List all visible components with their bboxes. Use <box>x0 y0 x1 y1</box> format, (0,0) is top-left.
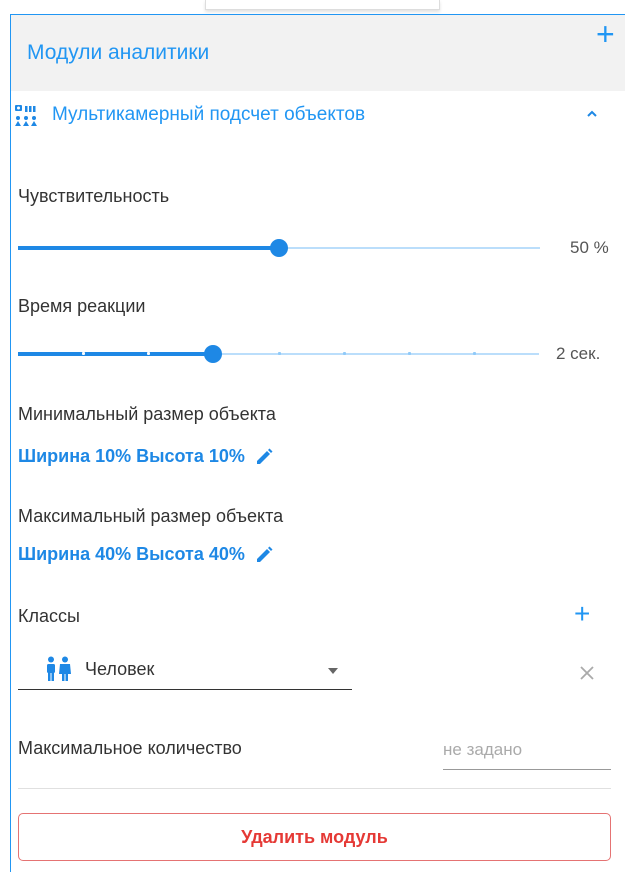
person-icon <box>47 656 71 681</box>
close-icon[interactable] <box>578 664 596 682</box>
add-class-icon[interactable]: + <box>574 600 590 628</box>
reaction-time-tick <box>147 352 151 355</box>
delete-module-button[interactable]: Удалить модуль <box>18 813 611 861</box>
reaction-time-tick <box>82 352 86 355</box>
reaction-time-tick <box>407 352 411 355</box>
reaction-time-slider-thumb[interactable] <box>204 345 223 363</box>
reaction-time-tick <box>472 352 476 355</box>
panel-title: Модули аналитики <box>27 41 210 64</box>
class-select[interactable]: Человек <box>18 650 352 690</box>
classes-label: Классы <box>18 606 80 626</box>
reaction-time-label: Время реакции <box>18 296 146 316</box>
module-header[interactable]: Мультикамерный подсчет объектов <box>0 98 625 134</box>
chevron-up-icon[interactable] <box>584 106 600 122</box>
pencil-icon[interactable] <box>255 448 273 466</box>
module-title: Мультикамерный подсчет объектов <box>52 104 366 125</box>
divider <box>18 788 611 789</box>
max-size-link[interactable]: Ширина 40% Высота 40% <box>18 544 273 565</box>
reaction-time-tick <box>277 352 281 355</box>
sensitivity-label: Чувствительность <box>18 186 170 206</box>
pencil-icon[interactable] <box>255 546 273 564</box>
multicamera-count-icon <box>15 105 37 126</box>
reaction-time-value: 2 сек. <box>556 344 601 363</box>
min-size-label: Минимальный размер объекта <box>18 404 276 424</box>
max-count-label: Максимальное количество <box>18 738 242 758</box>
reaction-time-slider-fill <box>18 352 214 356</box>
top-tab-edge <box>205 0 440 10</box>
caret-down-icon <box>328 668 338 674</box>
max-size-value: Ширина 40% Высота 40% <box>18 544 245 564</box>
sensitivity-value: 50 % <box>570 238 609 257</box>
sensitivity-slider[interactable] <box>18 236 540 260</box>
add-module-icon[interactable]: + <box>596 18 615 50</box>
sensitivity-slider-fill <box>18 246 279 250</box>
min-size-link[interactable]: Ширина 10% Высота 10% <box>18 446 273 467</box>
sensitivity-slider-thumb[interactable] <box>270 239 288 257</box>
reaction-time-tick <box>342 352 346 355</box>
panel-header: Модули аналитики <box>11 15 625 91</box>
reaction-time-slider[interactable] <box>18 342 539 366</box>
max-count-input[interactable] <box>443 730 611 770</box>
min-size-value: Ширина 10% Высота 10% <box>18 446 245 466</box>
class-select-value: Человек <box>85 659 155 679</box>
max-size-label: Максимальный размер объекта <box>18 506 284 526</box>
